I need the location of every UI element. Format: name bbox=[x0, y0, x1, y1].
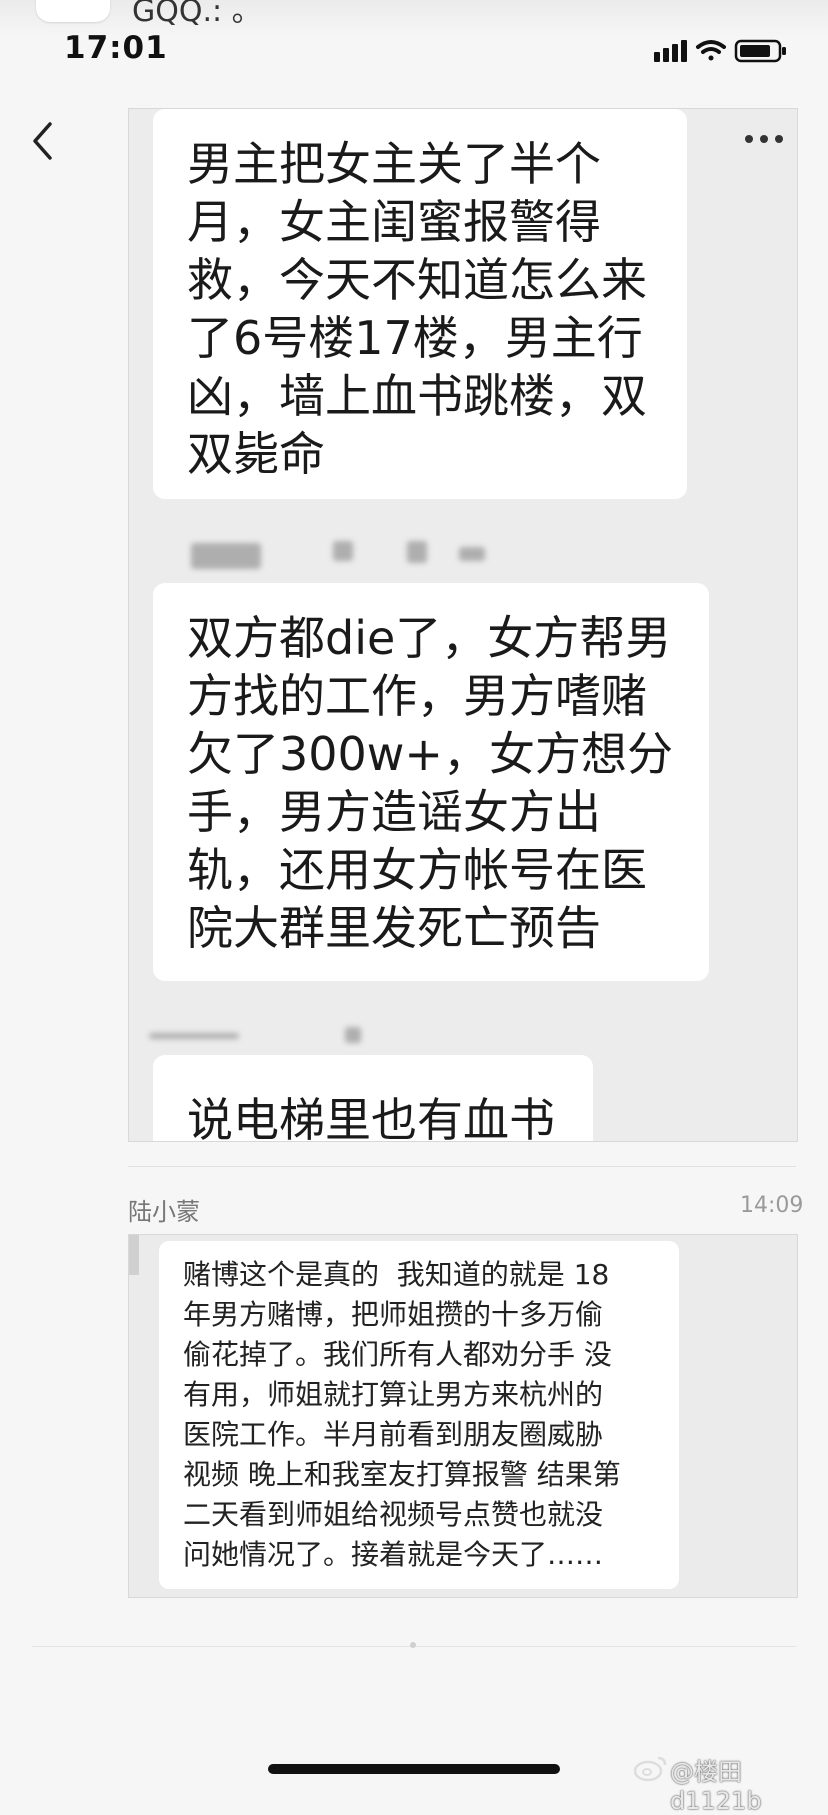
blurred-name-1d bbox=[459, 547, 485, 561]
battery-icon bbox=[734, 39, 786, 63]
signal-icon bbox=[654, 40, 687, 62]
message-text-2: 双方都die了，女方帮男 方找的工作，男方嗜赌 欠了300w+，女方想分 手，男… bbox=[187, 611, 673, 955]
qq-penguin-icon bbox=[36, 0, 110, 22]
divider bbox=[128, 1166, 796, 1167]
message-text-1: 男主把女主关了半个 月，女主闺蜜报警得 救，今天不知道怎么来 了6号楼17楼，男… bbox=[187, 137, 647, 481]
embedded-screenshot-2: 赌博这个是真的 我知道的就是 18 年男方赌博，把师姐攒的十多万偷 偷花掉了。我… bbox=[128, 1234, 798, 1598]
status-icons bbox=[654, 38, 794, 68]
blurred-name-1b bbox=[333, 541, 353, 561]
sender-name[interactable]: 陆小蒙 bbox=[128, 1192, 200, 1227]
notification-text: GQQ.: 。 bbox=[132, 0, 262, 29]
embedded-screenshot-1: 男主把女主关了半个 月，女主闺蜜报警得 救，今天不知道怎么来 了6号楼17楼，男… bbox=[128, 108, 798, 1142]
weibo-icon bbox=[633, 1754, 668, 1786]
blurred-name-1c bbox=[407, 541, 427, 563]
panel-edge bbox=[129, 1235, 139, 1275]
wifi-icon bbox=[696, 40, 726, 61]
divider-dot bbox=[410, 1642, 416, 1648]
blurred-name-2 bbox=[149, 1033, 239, 1039]
message-bubble-2: 双方都die了，女方帮男 方找的工作，男方嗜赌 欠了300w+，女方想分 手，男… bbox=[153, 583, 709, 981]
status-time: 17:01 bbox=[64, 30, 168, 66]
home-indicator[interactable] bbox=[268, 1764, 560, 1774]
blurred-name-2b bbox=[345, 1027, 361, 1043]
watermark: @楼田d1121b bbox=[670, 1758, 762, 1815]
blurred-name-1 bbox=[191, 543, 261, 569]
message-bubble-4: 赌博这个是真的 我知道的就是 18 年男方赌博，把师姐攒的十多万偷 偷花掉了。我… bbox=[159, 1241, 679, 1589]
message-bubble-1: 男主把女主关了半个 月，女主闺蜜报警得 救，今天不知道怎么来 了6号楼17楼，男… bbox=[153, 109, 687, 499]
more-dots-icon[interactable] bbox=[744, 130, 784, 149]
message-text-4: 赌博这个是真的 我知道的就是 18 年男方赌博，把师姐攒的十多万偷 偷花掉了。我… bbox=[183, 1258, 621, 1571]
message-text-3: 说电梯里也有血书 bbox=[187, 1093, 555, 1142]
back-chevron-icon[interactable] bbox=[26, 118, 60, 164]
message-time: 14:09 bbox=[740, 1193, 804, 1218]
message-bubble-3: 说电梯里也有血书 bbox=[153, 1055, 593, 1142]
